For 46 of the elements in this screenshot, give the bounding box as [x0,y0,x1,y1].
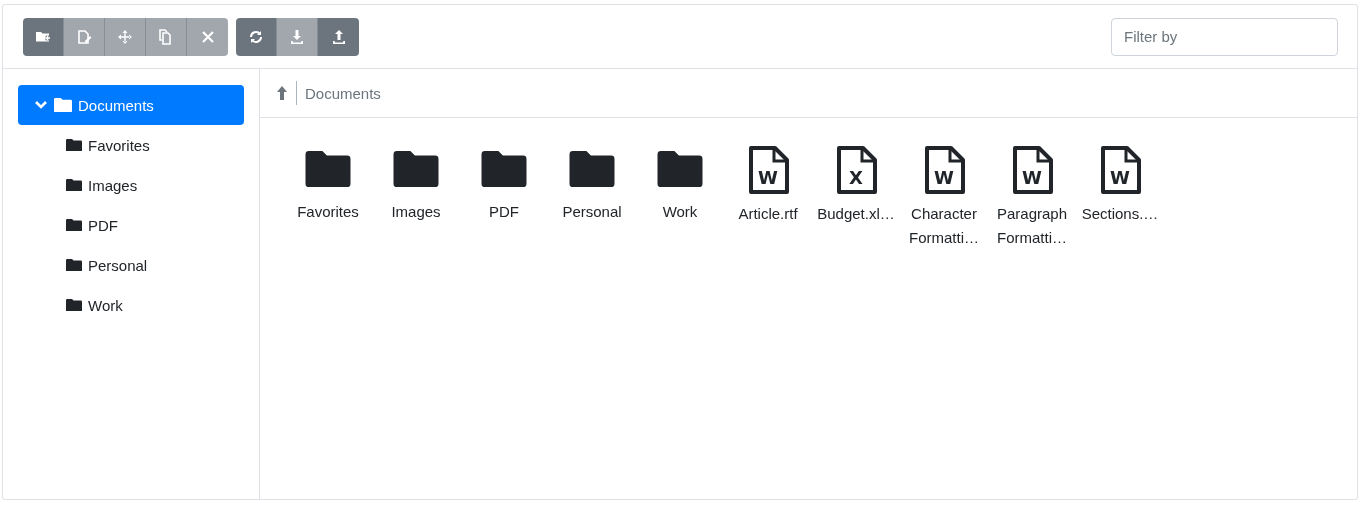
rename-icon [76,28,92,45]
item-name[interactable]: Personal [548,200,636,224]
filter-field[interactable]: Filter by [1111,17,1338,56]
item-name[interactable]: PDF [460,200,548,224]
tree-item[interactable]: Documents [18,85,244,125]
item-name[interactable]: Article.rtf [724,202,812,226]
folder-icon [569,151,615,187]
close-icon [199,28,216,45]
up-arrow-icon[interactable] [276,86,288,100]
item-name[interactable]: Budget.xl… [812,202,900,226]
folder-icon [305,151,351,187]
folder-icon [66,218,82,232]
tree-item[interactable]: Work [18,285,244,325]
new-folder-button[interactable] [23,17,64,56]
item-name[interactable]: Images [372,200,460,224]
upload-icon [330,28,347,45]
document-icon: W [923,146,965,194]
folder-icon [66,138,82,152]
item-name[interactable]: Work [636,200,724,224]
folder-icon [481,151,527,187]
item-name[interactable]: Character Formatti… [900,202,988,250]
item-name[interactable]: Favorites [284,200,372,224]
folder-icon [54,97,72,113]
document-icon: W [747,146,789,194]
download-icon [289,28,305,45]
item-name[interactable]: Sections.… [1076,202,1164,226]
document-icon: W [1099,146,1141,194]
upload-button[interactable] [318,17,359,56]
chevron-icon[interactable] [34,100,48,110]
folder-icon [66,178,82,192]
item-name[interactable]: Paragraph Formatti… [988,202,1076,250]
document-icon: W [1011,146,1053,194]
refresh-button[interactable] [236,17,277,56]
tree-item[interactable]: Personal [18,245,244,285]
tree-item[interactable]: Favorites [18,125,244,165]
folder-icon [657,151,703,187]
document-icon: X [835,146,877,194]
folder-icon [66,258,82,272]
folder-icon [393,151,439,187]
tree-item[interactable]: PDF [18,205,244,245]
refresh-icon [248,28,264,45]
move-icon [117,28,133,45]
folder-icon [66,298,82,312]
tree-item[interactable]: Images [18,165,244,205]
breadcrumb-item[interactable]: Documents [305,84,381,102]
copy-icon [158,28,174,45]
